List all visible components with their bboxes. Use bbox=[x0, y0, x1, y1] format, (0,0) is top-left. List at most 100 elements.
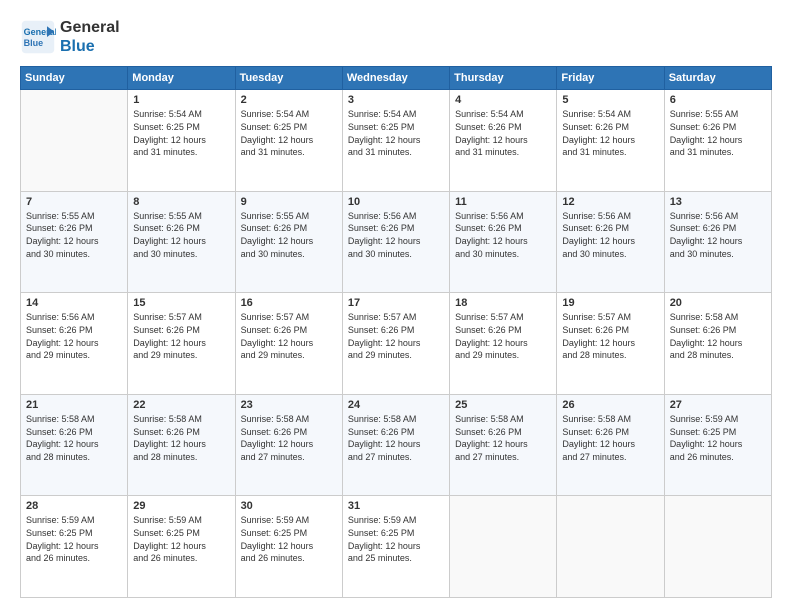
day-number: 14 bbox=[26, 297, 122, 309]
cell-info: Sunrise: 5:54 AM Sunset: 6:26 PM Dayligh… bbox=[562, 108, 658, 158]
header: General Blue GeneralBlue bbox=[20, 18, 772, 56]
calendar-cell bbox=[557, 496, 664, 598]
calendar-cell: 23 Sunrise: 5:58 AM Sunset: 6:26 PM Dayli… bbox=[235, 394, 342, 496]
svg-text:Blue: Blue bbox=[24, 38, 44, 48]
cell-info: Sunrise: 5:58 AM Sunset: 6:26 PM Dayligh… bbox=[241, 413, 337, 463]
col-header-sunday: Sunday bbox=[21, 67, 128, 90]
cell-info: Sunrise: 5:56 AM Sunset: 6:26 PM Dayligh… bbox=[348, 210, 444, 260]
calendar-cell: 22 Sunrise: 5:58 AM Sunset: 6:26 PM Dayli… bbox=[128, 394, 235, 496]
calendar-cell bbox=[450, 496, 557, 598]
col-header-thursday: Thursday bbox=[450, 67, 557, 90]
calendar-cell: 4Sunrise: 5:54 AM Sunset: 6:26 PM Daylig… bbox=[450, 90, 557, 192]
calendar-cell: 29Sunrise: 5:59 AM Sunset: 6:25 PM Dayli… bbox=[128, 496, 235, 598]
calendar-cell: 18 Sunrise: 5:57 AM Sunset: 6:26 PM Dayli… bbox=[450, 293, 557, 395]
day-number: 31 bbox=[348, 500, 444, 512]
cell-info: Sunrise: 5:54 AM Sunset: 6:26 PM Dayligh… bbox=[455, 108, 551, 158]
week-row-4: 28 Sunrise: 5:59 AM Sunset: 6:25 PM Dayli… bbox=[21, 496, 772, 598]
col-header-monday: Monday bbox=[128, 67, 235, 90]
day-number: 10 bbox=[348, 196, 444, 208]
day-number: 24 bbox=[348, 399, 444, 411]
cell-info: Sunrise: 5:56 AM Sunset: 6:26 PM Dayligh… bbox=[455, 210, 551, 260]
cell-info: Sunrise: 5:59 AM Sunset: 6:25 PM Dayligh… bbox=[26, 514, 122, 564]
day-number: 16 bbox=[241, 297, 337, 309]
day-number: 6 bbox=[670, 94, 766, 106]
day-number: 7 bbox=[26, 196, 122, 208]
cell-info: Sunrise: 5:58 AM Sunset: 6:26 PM Dayligh… bbox=[670, 311, 766, 361]
day-number: 28 bbox=[26, 500, 122, 512]
calendar-header-row: SundayMondayTuesdayWednesdayThursdayFrid… bbox=[21, 67, 772, 90]
cell-info: Sunrise: 5:59 AM Sunset: 6:25 PM Dayligh… bbox=[348, 514, 444, 564]
calendar-cell bbox=[664, 496, 771, 598]
week-row-0: 1 Sunrise: 5:54 AM Sunset: 6:25 PM Daylig… bbox=[21, 90, 772, 192]
day-number: 17 bbox=[348, 297, 444, 309]
day-number: 20 bbox=[670, 297, 766, 309]
logo-icon: General Blue bbox=[20, 19, 56, 55]
col-header-saturday: Saturday bbox=[664, 67, 771, 90]
day-number: 2 bbox=[241, 94, 337, 106]
cell-info: Sunrise: 5:58 AM Sunset: 6:26 PM Dayligh… bbox=[562, 413, 658, 463]
cell-info: Sunrise: 5:55 AM Sunset: 6:26 PM Dayligh… bbox=[241, 210, 337, 260]
calendar-cell: 12Sunrise: 5:56 AM Sunset: 6:26 PM Dayli… bbox=[557, 191, 664, 293]
day-number: 11 bbox=[455, 196, 551, 208]
calendar-cell: 24 Sunrise: 5:58 AM Sunset: 6:26 PM Dayli… bbox=[342, 394, 449, 496]
cell-info: Sunrise: 5:58 AM Sunset: 6:26 PM Dayligh… bbox=[26, 413, 122, 463]
calendar-cell bbox=[21, 90, 128, 192]
cell-info: Sunrise: 5:58 AM Sunset: 6:26 PM Dayligh… bbox=[133, 413, 229, 463]
calendar-cell: 19Sunrise: 5:57 AM Sunset: 6:26 PM Dayli… bbox=[557, 293, 664, 395]
week-row-2: 14 Sunrise: 5:56 AM Sunset: 6:26 PM Dayli… bbox=[21, 293, 772, 395]
logo-line1: General bbox=[60, 18, 120, 37]
cell-info: Sunrise: 5:57 AM Sunset: 6:26 PM Dayligh… bbox=[562, 311, 658, 361]
day-number: 3 bbox=[348, 94, 444, 106]
calendar-cell: 17 Sunrise: 5:57 AM Sunset: 6:26 PM Dayli… bbox=[342, 293, 449, 395]
logo-line2: Blue bbox=[60, 37, 120, 56]
day-number: 29 bbox=[133, 500, 229, 512]
calendar-cell: 2Sunrise: 5:54 AM Sunset: 6:25 PM Daylig… bbox=[235, 90, 342, 192]
calendar-cell: 7 Sunrise: 5:55 AM Sunset: 6:26 PM Daylig… bbox=[21, 191, 128, 293]
day-number: 5 bbox=[562, 94, 658, 106]
calendar-cell: 11 Sunrise: 5:56 AM Sunset: 6:26 PM Dayli… bbox=[450, 191, 557, 293]
calendar-cell: 27Sunrise: 5:59 AM Sunset: 6:25 PM Dayli… bbox=[664, 394, 771, 496]
day-number: 1 bbox=[133, 94, 229, 106]
calendar-cell: 28 Sunrise: 5:59 AM Sunset: 6:25 PM Dayli… bbox=[21, 496, 128, 598]
week-row-1: 7 Sunrise: 5:55 AM Sunset: 6:26 PM Daylig… bbox=[21, 191, 772, 293]
logo-text: GeneralBlue bbox=[60, 18, 120, 56]
cell-info: Sunrise: 5:57 AM Sunset: 6:26 PM Dayligh… bbox=[348, 311, 444, 361]
col-header-wednesday: Wednesday bbox=[342, 67, 449, 90]
day-number: 25 bbox=[455, 399, 551, 411]
week-row-3: 21 Sunrise: 5:58 AM Sunset: 6:26 PM Dayli… bbox=[21, 394, 772, 496]
calendar-cell: 30 Sunrise: 5:59 AM Sunset: 6:25 PM Dayli… bbox=[235, 496, 342, 598]
calendar-cell: 1Sunrise: 5:54 AM Sunset: 6:25 PM Daylig… bbox=[128, 90, 235, 192]
calendar-cell: 14 Sunrise: 5:56 AM Sunset: 6:26 PM Dayli… bbox=[21, 293, 128, 395]
calendar-cell: 13Sunrise: 5:56 AM Sunset: 6:26 PM Dayli… bbox=[664, 191, 771, 293]
calendar-cell: 8 Sunrise: 5:55 AM Sunset: 6:26 PM Daylig… bbox=[128, 191, 235, 293]
cell-info: Sunrise: 5:56 AM Sunset: 6:26 PM Dayligh… bbox=[26, 311, 122, 361]
cell-info: Sunrise: 5:57 AM Sunset: 6:26 PM Dayligh… bbox=[455, 311, 551, 361]
calendar-cell: 25Sunrise: 5:58 AM Sunset: 6:26 PM Dayli… bbox=[450, 394, 557, 496]
cell-info: Sunrise: 5:55 AM Sunset: 6:26 PM Dayligh… bbox=[133, 210, 229, 260]
day-number: 9 bbox=[241, 196, 337, 208]
calendar-cell: 20 Sunrise: 5:58 AM Sunset: 6:26 PM Dayli… bbox=[664, 293, 771, 395]
day-number: 18 bbox=[455, 297, 551, 309]
cell-info: Sunrise: 5:57 AM Sunset: 6:26 PM Dayligh… bbox=[241, 311, 337, 361]
calendar-cell: 6 Sunrise: 5:55 AM Sunset: 6:26 PM Daylig… bbox=[664, 90, 771, 192]
day-number: 23 bbox=[241, 399, 337, 411]
page: General Blue GeneralBlue SundayMondayTue… bbox=[0, 0, 792, 612]
cell-info: Sunrise: 5:54 AM Sunset: 6:25 PM Dayligh… bbox=[348, 108, 444, 158]
calendar-cell: 26Sunrise: 5:58 AM Sunset: 6:26 PM Dayli… bbox=[557, 394, 664, 496]
day-number: 21 bbox=[26, 399, 122, 411]
cell-info: Sunrise: 5:56 AM Sunset: 6:26 PM Dayligh… bbox=[670, 210, 766, 260]
calendar-cell: 31 Sunrise: 5:59 AM Sunset: 6:25 PM Dayli… bbox=[342, 496, 449, 598]
calendar-cell: 10 Sunrise: 5:56 AM Sunset: 6:26 PM Dayli… bbox=[342, 191, 449, 293]
cell-info: Sunrise: 5:58 AM Sunset: 6:26 PM Dayligh… bbox=[348, 413, 444, 463]
cell-info: Sunrise: 5:55 AM Sunset: 6:26 PM Dayligh… bbox=[670, 108, 766, 158]
col-header-tuesday: Tuesday bbox=[235, 67, 342, 90]
cell-info: Sunrise: 5:59 AM Sunset: 6:25 PM Dayligh… bbox=[241, 514, 337, 564]
day-number: 8 bbox=[133, 196, 229, 208]
day-number: 30 bbox=[241, 500, 337, 512]
day-number: 22 bbox=[133, 399, 229, 411]
day-number: 15 bbox=[133, 297, 229, 309]
calendar-cell: 3 Sunrise: 5:54 AM Sunset: 6:25 PM Daylig… bbox=[342, 90, 449, 192]
cell-info: Sunrise: 5:55 AM Sunset: 6:26 PM Dayligh… bbox=[26, 210, 122, 260]
logo: General Blue GeneralBlue bbox=[20, 18, 120, 56]
col-header-friday: Friday bbox=[557, 67, 664, 90]
